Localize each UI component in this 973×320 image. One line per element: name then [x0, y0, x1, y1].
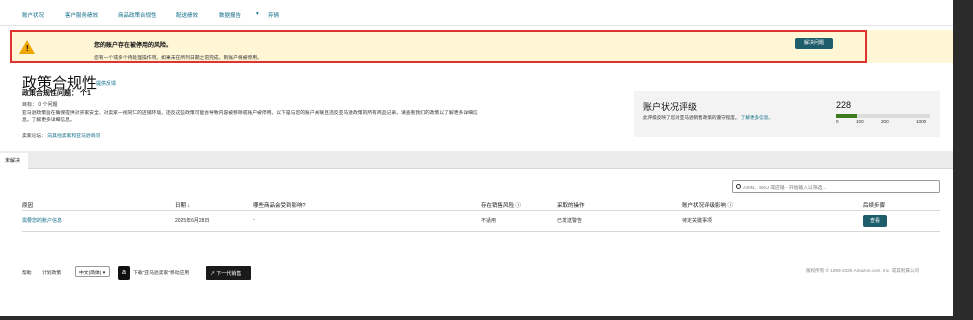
- language-select[interactable]: 中文(简体) ▾: [75, 266, 110, 277]
- health-title: 账户状况评级: [643, 102, 698, 112]
- health-description: 此评级反映了您对亚马逊销售政策的遵守程度。 了解更多信息。: [643, 115, 783, 121]
- top-nav: 账户状况 客户服务绩效 商品政策合规性 配送绩效 数据报告 ▾ 弃辆: [0, 0, 953, 26]
- nav-item-data-reports[interactable]: 数据报告: [219, 11, 241, 19]
- divider: [22, 231, 940, 232]
- column-header-sales-risk: 存在销售风险 ⓘ: [481, 203, 522, 209]
- column-header-affected: 哪些商品会受到影响?: [253, 203, 306, 209]
- cell-reason[interactable]: 需要您的账户信息: [22, 217, 62, 224]
- column-header-next-steps: 后续步骤: [863, 203, 886, 209]
- alert-background: [867, 30, 953, 63]
- external-icon: ↗: [210, 271, 216, 277]
- search-placeholder: ASIN、SKU 或店铺 - 开始输入以筛选...: [743, 186, 827, 191]
- forum-label: 卖家论坛：: [22, 134, 46, 139]
- tab-bar: [0, 151, 953, 169]
- cell-action: 已发送警告: [557, 218, 583, 224]
- health-score: 228: [836, 100, 852, 110]
- mobile-app-link[interactable]: 下载"亚马逊卖家"移动应用: [133, 269, 189, 276]
- alert-description: 您有一个或多个待处理操作项。如果未在所列日期之前完成，则账户将被停用。: [94, 56, 262, 61]
- cell-date: 2025年6月28日: [175, 218, 210, 224]
- tab-unresolved[interactable]: 未解决: [0, 153, 28, 169]
- copyright: 版权所有 © 1999-2025 Amazon.com, Inc. 或其附属公司: [806, 268, 920, 273]
- cell-sales-risk: 不适用: [481, 218, 497, 224]
- health-desc-text: 此评级反映了您对亚马逊销售政策的遵守程度。: [643, 115, 740, 120]
- resolve-issue-button[interactable]: 解决问题: [795, 38, 833, 49]
- tick-label: 1000: [916, 119, 927, 124]
- learn-more-link[interactable]: 了解更多信息。: [741, 115, 773, 120]
- next-button-label: 下一代销售: [216, 271, 242, 277]
- column-header-reason: 原因: [22, 203, 34, 209]
- nav-item-account-health[interactable]: 账户状况: [22, 11, 44, 19]
- nav-item-extra[interactable]: 弃辆: [268, 11, 279, 19]
- seller-forum: 卖家论坛： 向其他卖家和亚马逊询问: [22, 132, 100, 139]
- window-edge: [953, 0, 973, 320]
- language-value: 中文(简体): [79, 271, 102, 276]
- cell-impact: 待定关键事项: [682, 218, 713, 224]
- program-policy-link[interactable]: 计划政策: [42, 269, 61, 276]
- mobile-app-icon[interactable]: a: [118, 266, 130, 280]
- policy-issues-count: 政策合规性问题： 个1: [22, 90, 91, 97]
- goal-text: 目标： 0 个问题: [22, 102, 58, 108]
- deactivation-alert: ! 您的账户存在被停用的风险。 您有一个或多个待处理操作项。如果未在所列日期之前…: [10, 30, 867, 63]
- chevron-down-icon: ▾: [102, 271, 106, 276]
- chevron-down-icon: ▾: [256, 11, 259, 17]
- warning-icon: !: [19, 40, 35, 54]
- next-gen-selling-button[interactable]: ↗ 下一代销售: [206, 266, 251, 280]
- feedback-link[interactable]: 提供反馈: [96, 80, 116, 87]
- tick-label: 200: [881, 119, 889, 124]
- nav-item-shipping[interactable]: 配送绩效: [176, 11, 198, 19]
- nav-item-product-policy[interactable]: 商品政策合规性: [118, 11, 157, 19]
- policy-description: 亚马逊政策旨在确保提供对买家安全、对卖家一视同仁的店铺环境。违反这些政策可能会导…: [22, 111, 478, 123]
- health-score-bar: [836, 114, 930, 118]
- view-button[interactable]: 查看: [863, 215, 887, 227]
- search-icon: [736, 184, 741, 189]
- divider: [22, 210, 940, 211]
- column-header-date[interactable]: 日期 ↓: [175, 201, 190, 209]
- tick-label: 100: [856, 119, 864, 124]
- column-header-impact: 账户状况评级影响 ⓘ: [682, 203, 734, 209]
- search-input[interactable]: ASIN、SKU 或店铺 - 开始输入以筛选...: [732, 180, 940, 193]
- help-link[interactable]: 帮助: [22, 269, 32, 276]
- nav-item-customer-service[interactable]: 客户服务绩效: [65, 11, 98, 19]
- page: 账户状况 客户服务绩效 商品政策合规性 配送绩效 数据报告 ▾ 弃辆 ! 您的账…: [0, 0, 953, 316]
- account-health-card: 账户状况评级 此评级反映了您对亚马逊销售政策的遵守程度。 了解更多信息。 228…: [634, 91, 940, 137]
- forum-link[interactable]: 向其他卖家和亚马逊询问: [47, 134, 100, 139]
- tick-label: 0: [836, 119, 839, 124]
- cell-affected: -: [253, 217, 255, 223]
- alert-title: 您的账户存在被停用的风险。: [94, 43, 173, 49]
- health-score-fill: [836, 114, 858, 118]
- column-header-action: 采取的操作: [557, 203, 585, 209]
